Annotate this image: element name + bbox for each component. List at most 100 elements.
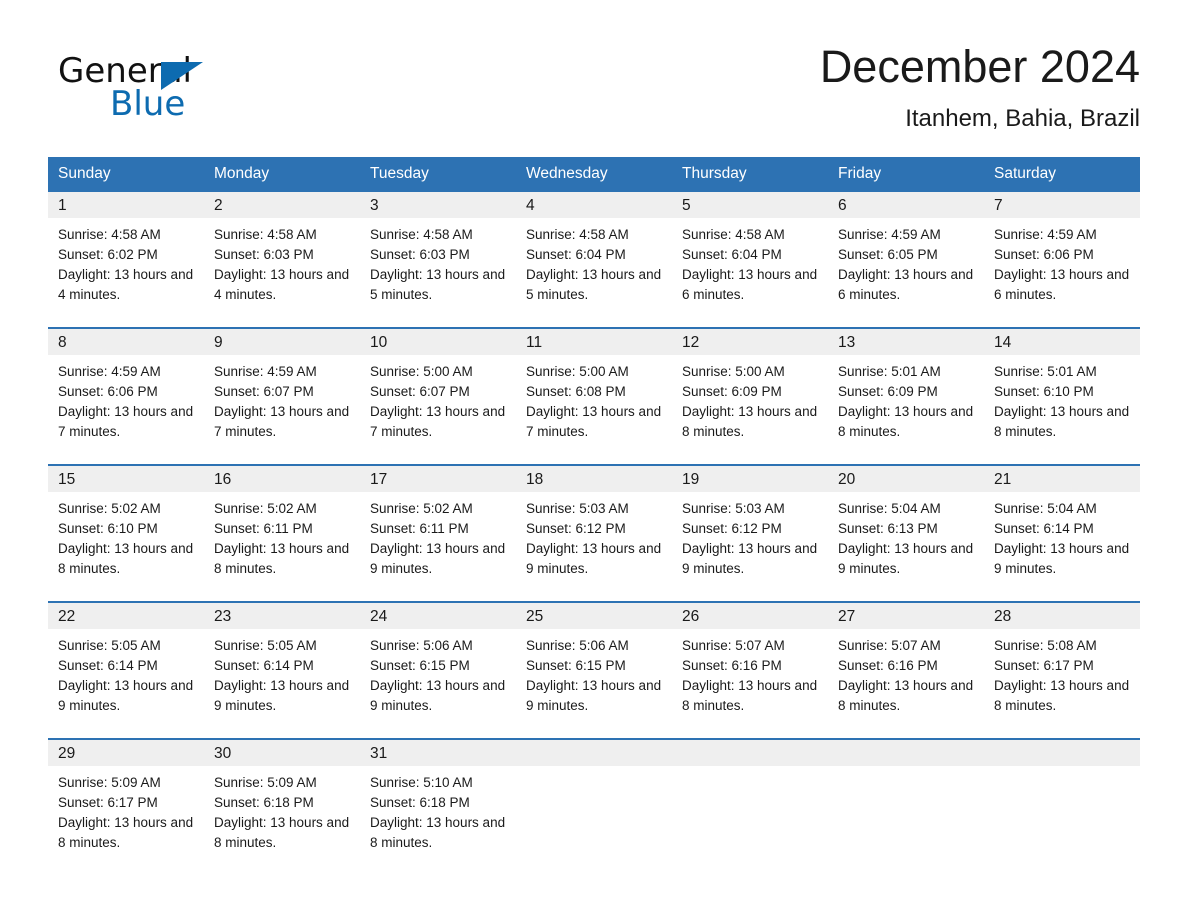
- sunset-text: Sunset: 6:09 PM: [682, 384, 782, 399]
- sunrise-text: Sunrise: 5:09 AM: [214, 775, 317, 790]
- sunrise-text: Sunrise: 4:58 AM: [682, 227, 785, 242]
- day-details: [984, 766, 1140, 773]
- day-cell[interactable]: 12 Sunrise: 5:00 AM Sunset: 6:09 PM Dayligh…: [672, 329, 828, 445]
- day-number: 23: [204, 603, 360, 629]
- sunset-text: Sunset: 6:15 PM: [526, 658, 626, 673]
- day-details: [672, 766, 828, 773]
- sunset-text: Sunset: 6:17 PM: [994, 658, 1094, 673]
- daylight-text: Daylight: 13 hours and 9 minutes.: [214, 678, 350, 713]
- day-number: 14: [984, 329, 1140, 355]
- day-details: Sunrise: 5:09 AM Sunset: 6:18 PM Daylight:…: [204, 766, 360, 853]
- day-cell[interactable]: 31 Sunrise: 5:10 AM Sunset: 6:18 PM Dayligh…: [360, 740, 516, 856]
- page-title: December 2024: [819, 41, 1140, 92]
- day-cell[interactable]: 11 Sunrise: 5:00 AM Sunset: 6:08 PM Dayligh…: [516, 329, 672, 445]
- day-cell[interactable]: 14 Sunrise: 5:01 AM Sunset: 6:10 PM Dayligh…: [984, 329, 1140, 445]
- day-cell[interactable]: 28 Sunrise: 5:08 AM Sunset: 6:17 PM Dayligh…: [984, 603, 1140, 719]
- sunset-text: Sunset: 6:16 PM: [838, 658, 938, 673]
- weekday-header-sunday: Sunday: [58, 165, 111, 182]
- day-cell[interactable]: 6 Sunrise: 4:59 AM Sunset: 6:05 PM Daylight…: [828, 192, 984, 308]
- day-number: 30: [204, 740, 360, 766]
- day-cell[interactable]: 16 Sunrise: 5:02 AM Sunset: 6:11 PM Dayligh…: [204, 466, 360, 582]
- day-cell[interactable]: 15 Sunrise: 5:02 AM Sunset: 6:10 PM Dayligh…: [48, 466, 204, 582]
- calendar-table: Sunday Monday Tuesday Wednesday Thursday Frid…: [48, 157, 1140, 856]
- day-cell[interactable]: 25 Sunrise: 5:06 AM Sunset: 6:15 PM Dayligh…: [516, 603, 672, 719]
- calendar-weeks: 1 Sunrise: 4:58 AM Sunset: 6:02 PM Daylight…: [48, 192, 1140, 856]
- daylight-text: Daylight: 13 hours and 4 minutes.: [214, 267, 350, 302]
- sunset-text: Sunset: 6:14 PM: [58, 658, 158, 673]
- day-details: Sunrise: 5:04 AM Sunset: 6:14 PM Daylight:…: [984, 492, 1140, 579]
- daylight-text: Daylight: 13 hours and 8 minutes.: [58, 541, 194, 576]
- daylight-text: Daylight: 13 hours and 9 minutes.: [370, 541, 506, 576]
- day-cell[interactable]: 24 Sunrise: 5:06 AM Sunset: 6:15 PM Dayligh…: [360, 603, 516, 719]
- day-cell-empty: [672, 740, 828, 856]
- location-subtitle: Itanhem, Bahia, Brazil: [905, 105, 1140, 132]
- sunset-text: Sunset: 6:04 PM: [526, 247, 626, 262]
- day-details: Sunrise: 4:59 AM Sunset: 6:06 PM Daylight:…: [984, 218, 1140, 305]
- day-details: Sunrise: 4:58 AM Sunset: 6:04 PM Daylight:…: [672, 218, 828, 305]
- day-cell[interactable]: 9 Sunrise: 4:59 AM Sunset: 6:07 PM Daylight…: [204, 329, 360, 445]
- day-cell[interactable]: 2 Sunrise: 4:58 AM Sunset: 6:03 PM Daylight…: [204, 192, 360, 308]
- day-cell[interactable]: 27 Sunrise: 5:07 AM Sunset: 6:16 PM Dayligh…: [828, 603, 984, 719]
- day-details: Sunrise: 5:00 AM Sunset: 6:07 PM Daylight:…: [360, 355, 516, 442]
- day-cell[interactable]: 19 Sunrise: 5:03 AM Sunset: 6:12 PM Dayligh…: [672, 466, 828, 582]
- sunset-text: Sunset: 6:04 PM: [682, 247, 782, 262]
- day-cell[interactable]: 1 Sunrise: 4:58 AM Sunset: 6:02 PM Daylight…: [48, 192, 204, 308]
- sunrise-text: Sunrise: 5:01 AM: [994, 364, 1097, 379]
- day-cell-empty: [828, 740, 984, 856]
- weekday-header-friday: Friday: [838, 165, 882, 182]
- day-details: Sunrise: 4:58 AM Sunset: 6:04 PM Daylight:…: [516, 218, 672, 305]
- day-cell[interactable]: 22 Sunrise: 5:05 AM Sunset: 6:14 PM Dayligh…: [48, 603, 204, 719]
- day-cell[interactable]: 7 Sunrise: 4:59 AM Sunset: 6:06 PM Daylight…: [984, 192, 1140, 308]
- weekday-header-monday: Monday: [214, 165, 270, 182]
- day-cell[interactable]: 29 Sunrise: 5:09 AM Sunset: 6:17 PM Dayligh…: [48, 740, 204, 856]
- weekday-header-thursday: Thursday: [682, 165, 747, 182]
- day-cell[interactable]: 10 Sunrise: 5:00 AM Sunset: 6:07 PM Dayligh…: [360, 329, 516, 445]
- sunrise-text: Sunrise: 4:59 AM: [994, 227, 1097, 242]
- daylight-text: Daylight: 13 hours and 7 minutes.: [58, 404, 194, 439]
- sunset-text: Sunset: 6:12 PM: [526, 521, 626, 536]
- daylight-text: Daylight: 13 hours and 9 minutes.: [370, 678, 506, 713]
- day-cell[interactable]: 5 Sunrise: 4:58 AM Sunset: 6:04 PM Daylight…: [672, 192, 828, 308]
- day-details: Sunrise: 5:06 AM Sunset: 6:15 PM Daylight:…: [360, 629, 516, 716]
- day-cell[interactable]: 13 Sunrise: 5:01 AM Sunset: 6:09 PM Dayligh…: [828, 329, 984, 445]
- week-spacer: [48, 719, 1140, 738]
- sunrise-text: Sunrise: 4:58 AM: [58, 227, 161, 242]
- day-cell[interactable]: 20 Sunrise: 5:04 AM Sunset: 6:13 PM Dayligh…: [828, 466, 984, 582]
- sunset-text: Sunset: 6:06 PM: [58, 384, 158, 399]
- daylight-text: Daylight: 13 hours and 8 minutes.: [214, 815, 350, 850]
- day-details: Sunrise: 5:05 AM Sunset: 6:14 PM Daylight:…: [204, 629, 360, 716]
- sunrise-text: Sunrise: 5:00 AM: [682, 364, 785, 379]
- sunrise-text: Sunrise: 5:00 AM: [526, 364, 629, 379]
- sunset-text: Sunset: 6:09 PM: [838, 384, 938, 399]
- sunrise-text: Sunrise: 5:01 AM: [838, 364, 941, 379]
- day-cell[interactable]: 17 Sunrise: 5:02 AM Sunset: 6:11 PM Dayligh…: [360, 466, 516, 582]
- day-cell[interactable]: 18 Sunrise: 5:03 AM Sunset: 6:12 PM Dayligh…: [516, 466, 672, 582]
- day-details: Sunrise: 5:10 AM Sunset: 6:18 PM Daylight:…: [360, 766, 516, 853]
- general-blue-logo[interactable]: General Blue: [58, 52, 278, 132]
- sunrise-text: Sunrise: 5:06 AM: [526, 638, 629, 653]
- sunrise-text: Sunrise: 5:05 AM: [58, 638, 161, 653]
- day-details: [516, 766, 672, 773]
- daylight-text: Daylight: 13 hours and 7 minutes.: [214, 404, 350, 439]
- daylight-text: Daylight: 13 hours and 9 minutes.: [838, 541, 974, 576]
- day-cell-empty: [516, 740, 672, 856]
- day-cell[interactable]: 30 Sunrise: 5:09 AM Sunset: 6:18 PM Dayligh…: [204, 740, 360, 856]
- day-cell[interactable]: 23 Sunrise: 5:05 AM Sunset: 6:14 PM Dayligh…: [204, 603, 360, 719]
- day-details: Sunrise: 5:02 AM Sunset: 6:11 PM Daylight:…: [360, 492, 516, 579]
- day-cell[interactable]: 21 Sunrise: 5:04 AM Sunset: 6:14 PM Dayligh…: [984, 466, 1140, 582]
- day-cell[interactable]: 4 Sunrise: 4:58 AM Sunset: 6:04 PM Daylight…: [516, 192, 672, 308]
- day-number: 27: [828, 603, 984, 629]
- day-cell[interactable]: 3 Sunrise: 4:58 AM Sunset: 6:03 PM Daylight…: [360, 192, 516, 308]
- day-details: [828, 766, 984, 773]
- day-cell[interactable]: 26 Sunrise: 5:07 AM Sunset: 6:16 PM Dayligh…: [672, 603, 828, 719]
- day-number: [672, 740, 828, 766]
- page-header: General Blue December 2024 Itanhem, Bahi…: [48, 40, 1140, 150]
- daylight-text: Daylight: 13 hours and 9 minutes.: [58, 678, 194, 713]
- sunset-text: Sunset: 6:07 PM: [370, 384, 470, 399]
- day-cell[interactable]: 8 Sunrise: 4:59 AM Sunset: 6:06 PM Daylight…: [48, 329, 204, 445]
- calendar-week-row: 22 Sunrise: 5:05 AM Sunset: 6:14 PM Dayligh…: [48, 601, 1140, 719]
- sunrise-text: Sunrise: 5:02 AM: [58, 501, 161, 516]
- calendar-week-row: 29 Sunrise: 5:09 AM Sunset: 6:17 PM Dayligh…: [48, 738, 1140, 856]
- sunrise-text: Sunrise: 4:58 AM: [214, 227, 317, 242]
- sunset-text: Sunset: 6:03 PM: [370, 247, 470, 262]
